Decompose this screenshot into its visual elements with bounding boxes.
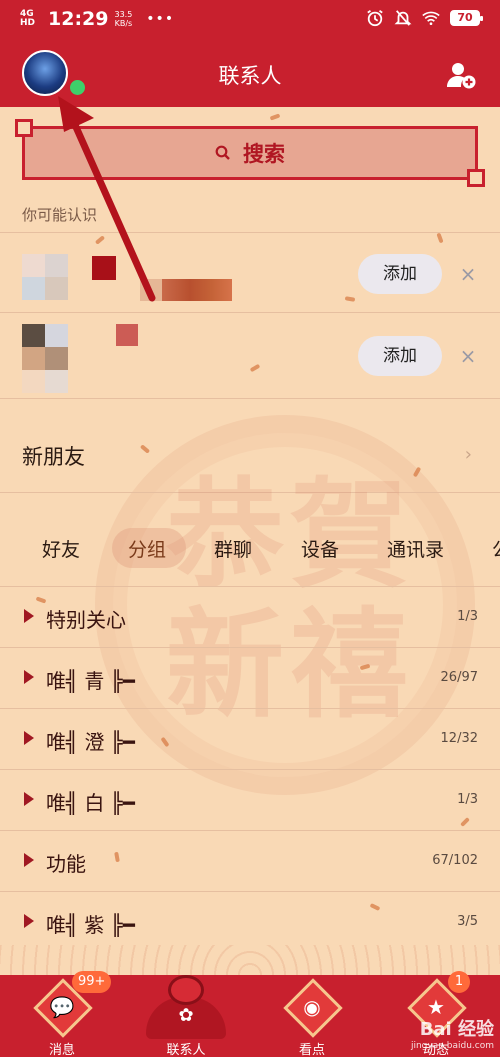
- divider: [0, 312, 500, 313]
- recommend-item[interactable]: 添加 ×: [0, 254, 500, 334]
- expand-triangle-icon: [24, 853, 34, 867]
- page-title: 联系人: [218, 64, 282, 88]
- group-row[interactable]: 特别关心 1/3: [0, 587, 500, 648]
- nav-label: 联系人: [166, 1043, 206, 1057]
- chevron-right-icon: ›: [464, 444, 472, 465]
- tab-group-chats[interactable]: 群聊: [214, 535, 252, 562]
- status-bar: 4G HD 12:29 33.5 KB/s ••• 70: [0, 0, 500, 38]
- group-name: 唯╣ 紫 ╠━: [46, 913, 135, 937]
- nav-messages[interactable]: 💬 99+ 消息: [12, 971, 112, 1057]
- group-name: 功能: [46, 852, 86, 876]
- speed-unit: KB/s: [114, 19, 133, 28]
- section-label-may-know: 你可能认识: [22, 206, 98, 224]
- group-row[interactable]: 唯╣ 澄 ╠━ 12/32: [0, 709, 500, 770]
- expand-triangle-icon: [24, 609, 34, 623]
- divider: [0, 492, 500, 493]
- lantern-icon: [168, 975, 204, 1005]
- dismiss-icon[interactable]: ×: [458, 264, 478, 284]
- tab-groups[interactable]: 分组: [128, 535, 166, 562]
- info-blurred: [140, 279, 162, 301]
- group-row[interactable]: 功能 67/102: [0, 831, 500, 892]
- petal-decoration: [269, 113, 281, 121]
- group-row[interactable]: 唯╣ 白 ╠━ 1/3: [0, 770, 500, 831]
- mute-bell-icon: [394, 10, 412, 26]
- petal-decoration: [94, 235, 106, 245]
- group-row[interactable]: 唯╣ 紫 ╠━ 3/5: [0, 892, 500, 953]
- search-icon: [215, 145, 230, 160]
- tab-friends[interactable]: 好友: [42, 535, 80, 562]
- expand-triangle-icon: [24, 731, 34, 745]
- group-row[interactable]: 唯╣ 青 ╠━ 26/97: [0, 648, 500, 709]
- battery-indicator: 70: [450, 10, 483, 26]
- divider: [0, 232, 500, 233]
- petal-decoration: [436, 232, 444, 244]
- unread-badge: 99+: [72, 971, 112, 993]
- divider: [0, 398, 500, 399]
- group-name: 唯╣ 澄 ╠━: [46, 730, 135, 754]
- tab-address-book[interactable]: 通讯录: [387, 535, 444, 562]
- group-name: 唯╣ 白 ╠━: [46, 791, 135, 815]
- nav-label: 消息: [48, 1043, 75, 1057]
- nav-moments[interactable]: ★ 1 动态: [386, 971, 486, 1057]
- flower-icon: ✿: [178, 1005, 194, 1026]
- star-icon: ★: [427, 995, 445, 1019]
- search-bar[interactable]: 搜索: [15, 119, 485, 187]
- group-count: 26/97: [440, 670, 478, 685]
- add-friend-button[interactable]: 添加: [358, 336, 442, 376]
- add-contact-icon[interactable]: [446, 60, 476, 90]
- alarm-icon: [367, 10, 383, 27]
- add-friend-button[interactable]: 添加: [358, 254, 442, 294]
- dismiss-icon[interactable]: ×: [458, 346, 478, 366]
- recommend-item[interactable]: 添加 ×: [0, 324, 500, 404]
- tab-public[interactable]: 公: [492, 535, 500, 562]
- tab-devices[interactable]: 设备: [301, 535, 339, 562]
- group-count: 67/102: [432, 853, 478, 868]
- notification-badge: 1: [448, 971, 470, 993]
- expand-triangle-icon: [24, 914, 34, 928]
- expand-triangle-icon: [24, 670, 34, 684]
- new-friends-row[interactable]: 新朋友 ›: [0, 414, 500, 492]
- expand-triangle-icon: [24, 792, 34, 806]
- group-count: 1/3: [457, 609, 478, 624]
- info-blurred: [162, 279, 232, 301]
- nav-label: 看点: [298, 1043, 325, 1057]
- eye-icon: ◉: [303, 995, 321, 1019]
- message-bubble-icon: 💬: [49, 995, 75, 1019]
- more-dots-icon: •••: [146, 11, 175, 27]
- speed-value: 33.5: [114, 10, 133, 19]
- clock: 12:29: [48, 8, 109, 30]
- nav-contacts[interactable]: ✿ 联系人: [136, 975, 236, 1057]
- network-speed: 33.5 KB/s: [114, 10, 132, 28]
- new-friends-label: 新朋友: [22, 445, 85, 469]
- bottom-nav: 💬 99+ 消息 ✿ 联系人 ◉ 看点 ★ 1 动态 Bai 经验 jingya…: [0, 971, 500, 1057]
- wifi-icon: [422, 11, 440, 26]
- group-count: 3/5: [457, 914, 478, 929]
- group-count: 1/3: [457, 792, 478, 807]
- contact-tabs: 好友 分组 群聊 设备 通讯录 公: [0, 523, 500, 575]
- nav-label: 动态: [422, 1043, 449, 1057]
- network-indicator: 4G HD: [20, 9, 36, 28]
- search-label: 搜索: [243, 142, 285, 166]
- header-bar: 4G HD 12:29 33.5 KB/s ••• 70 联系人: [0, 0, 500, 107]
- group-name: 唯╣ 青 ╠━: [46, 669, 135, 693]
- avatar: [22, 324, 68, 393]
- name-blurred: [92, 256, 116, 280]
- group-count: 12/32: [440, 731, 478, 746]
- group-name: 特别关心: [46, 608, 126, 632]
- name-blurred: [116, 324, 138, 346]
- nav-watch[interactable]: ◉ 看点: [262, 975, 362, 1057]
